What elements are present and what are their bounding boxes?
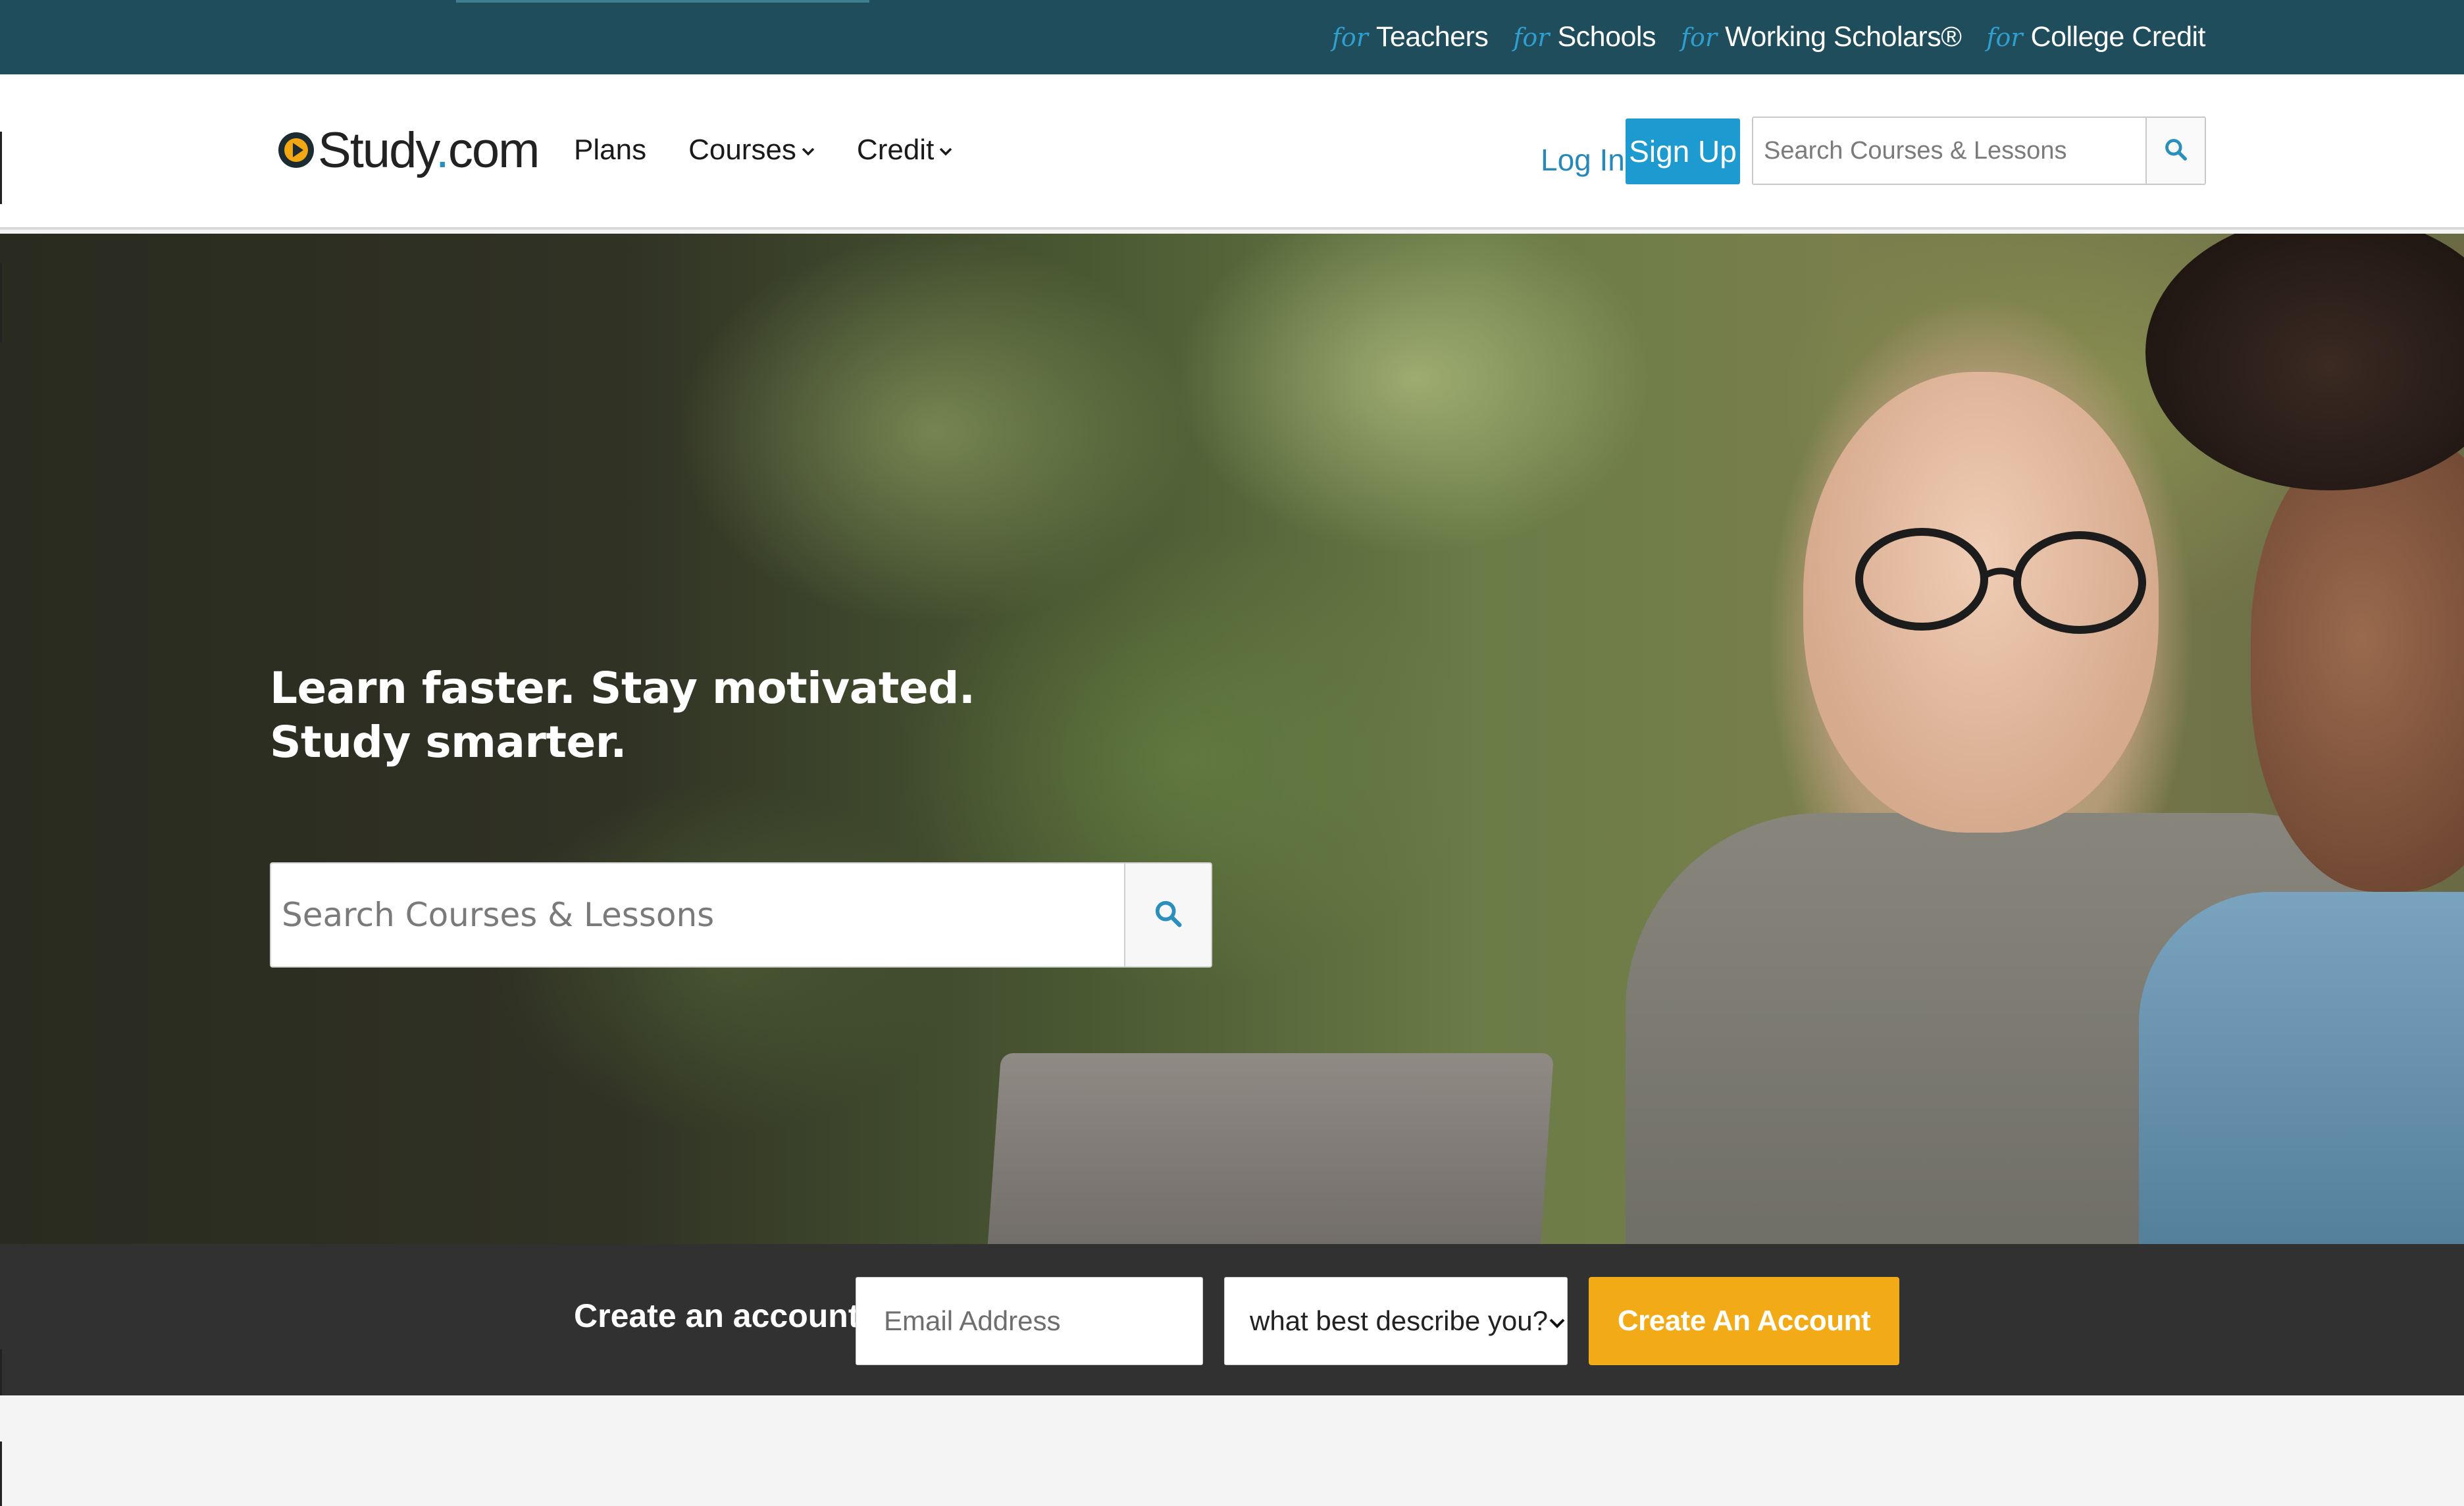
header-search-input[interactable] xyxy=(1753,118,2145,184)
signup-button[interactable]: Sign Up xyxy=(1626,118,1740,184)
left-edge-mark xyxy=(0,132,2,204)
nav-credit[interactable]: Credit xyxy=(857,134,952,167)
topbar-accent-line xyxy=(456,0,869,3)
topbar-link-schools[interactable]: for Schools xyxy=(1513,21,1656,53)
logo-wordmark: Study.com xyxy=(318,122,540,179)
site-header: Study.com Plans Courses Credit Log In Si… xyxy=(0,74,2464,230)
create-account-label: Create an account xyxy=(574,1297,860,1334)
glasses-image xyxy=(1855,528,2146,634)
search-icon xyxy=(2163,137,2188,165)
topbar-link-label: College Credit xyxy=(2030,21,2206,53)
email-field-wrapper xyxy=(856,1277,1203,1365)
nav-label: Courses xyxy=(688,134,796,166)
study-logo[interactable]: Study.com xyxy=(278,120,540,180)
topbar-link-label: Working Scholars® xyxy=(1725,21,1962,53)
topbar-link-college-credit[interactable]: for College Credit xyxy=(1986,21,2205,53)
chevron-down-icon xyxy=(802,140,815,161)
top-utility-bar: for Teachers for Schools for Working Sch… xyxy=(0,0,2464,74)
create-account-button[interactable]: Create An Account xyxy=(1589,1277,1899,1365)
laptop-image xyxy=(986,1053,1554,1244)
main-nav: Plans Courses Credit xyxy=(574,127,952,173)
for-prefix: for xyxy=(1680,23,1718,52)
nav-label: Credit xyxy=(856,134,935,166)
header-search-button[interactable] xyxy=(2145,118,2205,184)
hero-search-button[interactable] xyxy=(1124,864,1211,966)
topbar-link-working-scholars[interactable]: for Working Scholars® xyxy=(1680,21,1962,53)
header-search xyxy=(1752,117,2206,185)
nav-courses[interactable]: Courses xyxy=(688,134,815,167)
nav-plans[interactable]: Plans xyxy=(574,134,646,167)
left-edge-mark xyxy=(0,1441,2,1506)
email-field[interactable] xyxy=(883,1305,1176,1337)
nav-label: Plans xyxy=(574,134,647,166)
audience-links: for Teachers for Schools for Working Sch… xyxy=(1332,0,2206,74)
left-edge-mark xyxy=(0,263,2,342)
logo-tld: com xyxy=(448,122,540,178)
man-shirt-image xyxy=(2139,892,2464,1244)
for-prefix: for xyxy=(1986,23,2023,52)
login-link[interactable]: Log In xyxy=(1541,135,1625,185)
create-account-bar: Create an account what best describe you… xyxy=(0,1244,2464,1395)
man-face-image xyxy=(2251,431,2464,892)
play-logo-icon xyxy=(278,132,314,168)
hero-headline-line2: Study smarter. xyxy=(270,717,627,767)
chevron-down-icon xyxy=(1548,1307,1566,1336)
hero-headline-line1: Learn faster. Stay motivated. xyxy=(270,663,975,714)
topbar-link-label: Schools xyxy=(1557,21,1656,53)
topbar-link-teachers[interactable]: for Teachers xyxy=(1332,21,1489,53)
hero-search xyxy=(270,862,1212,968)
logo-dot: . xyxy=(435,122,449,178)
chevron-down-icon xyxy=(939,140,952,161)
role-select-value: what best describe you? xyxy=(1250,1305,1548,1336)
search-icon xyxy=(1153,898,1183,932)
hero-section: Learn faster. Stay motivated. Study smar… xyxy=(0,234,2464,1244)
for-prefix: for xyxy=(1331,23,1368,52)
left-edge-mark xyxy=(0,1349,2,1395)
hero-headline: Learn faster. Stay motivated. Study smar… xyxy=(270,662,1060,769)
role-select[interactable]: what best describe you? xyxy=(1224,1277,1568,1365)
hero-search-input[interactable] xyxy=(271,864,1124,966)
for-prefix: for xyxy=(1513,23,1550,52)
logo-main: Study xyxy=(318,122,437,178)
topbar-link-label: Teachers xyxy=(1375,21,1489,53)
